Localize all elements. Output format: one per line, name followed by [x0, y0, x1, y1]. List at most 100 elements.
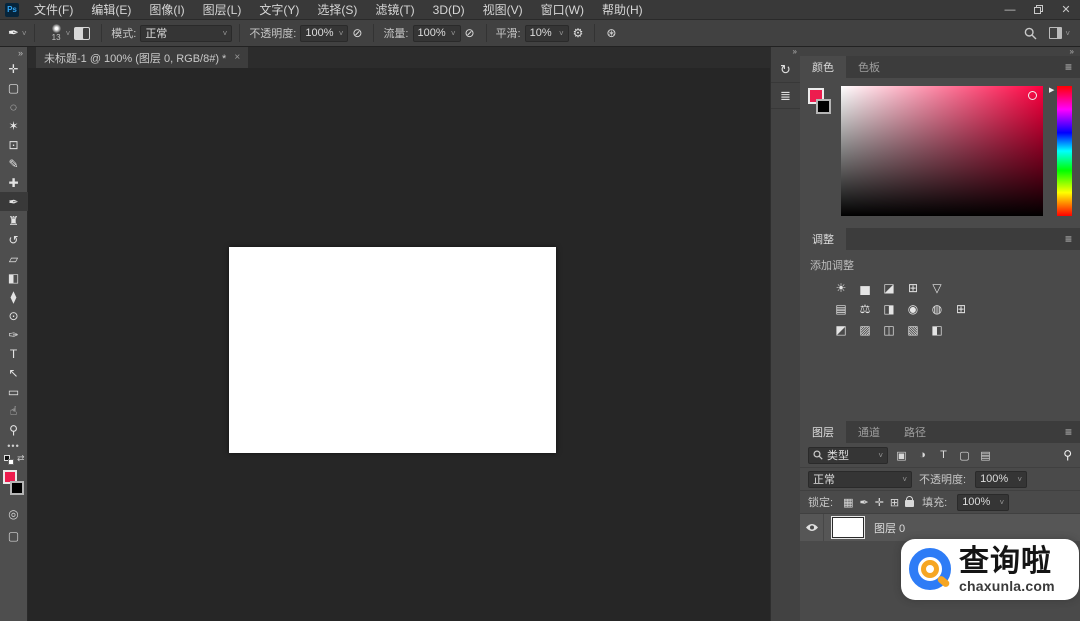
- spot-healing-brush-tool[interactable]: ✚: [0, 173, 28, 192]
- layer-blend-mode-select[interactable]: 正常 ˅: [808, 471, 912, 488]
- dock-collapse-chevron[interactable]: »: [1070, 48, 1074, 56]
- restore-button[interactable]: [1024, 0, 1052, 20]
- swap-colors-icon[interactable]: ⇄: [17, 453, 25, 464]
- opacity-select[interactable]: 100% ˅: [300, 25, 348, 42]
- smoothing-gear-icon[interactable]: ⚙: [573, 26, 584, 40]
- pixel-layer-filter-icon[interactable]: ▣: [894, 449, 909, 462]
- tab-layers[interactable]: 图层: [800, 421, 846, 443]
- type-tool[interactable]: T: [0, 344, 28, 363]
- selective-color-icon[interactable]: ◧: [930, 323, 944, 337]
- eyedropper-tool[interactable]: ✎: [0, 154, 28, 173]
- clone-stamp-tool[interactable]: ♜: [0, 211, 28, 230]
- channel-mixer-icon[interactable]: ◍: [930, 302, 944, 316]
- smart-object-filter-icon[interactable]: ▤: [978, 449, 993, 462]
- layer-name[interactable]: 图层 0: [874, 520, 905, 536]
- panel-menu-icon[interactable]: ≡: [1065, 228, 1080, 250]
- canvas-document[interactable]: [229, 247, 556, 453]
- pen-tool[interactable]: ✑: [0, 325, 28, 344]
- zoom-tool[interactable]: ⚲: [0, 420, 28, 439]
- blur-tool[interactable]: ⧫: [0, 287, 28, 306]
- menu-window[interactable]: 窗口(W): [532, 0, 593, 20]
- toggle-brush-panel-button[interactable]: [74, 27, 90, 40]
- pressure-opacity-icon[interactable]: ⊘: [352, 26, 362, 40]
- quick-selection-tool[interactable]: ✶: [0, 116, 28, 135]
- blend-mode-select[interactable]: 正常 ˅: [140, 25, 232, 42]
- color-picker-cursor[interactable]: [1028, 91, 1037, 100]
- menu-select[interactable]: 选择(S): [308, 0, 366, 20]
- document-tab[interactable]: 未标题-1 @ 100% (图层 0, RGB/8#) * ×: [36, 47, 248, 68]
- dock-expand-chevron[interactable]: »: [793, 47, 797, 57]
- rectangle-tool[interactable]: ▭: [0, 382, 28, 401]
- hue-saturation-icon[interactable]: ▤: [834, 302, 848, 316]
- exposure-icon[interactable]: ⊞: [906, 281, 920, 295]
- tab-swatches[interactable]: 色板: [846, 56, 892, 78]
- toolbar-collapse-chevron[interactable]: »: [18, 47, 23, 59]
- crop-tool[interactable]: ⊡: [0, 135, 28, 154]
- tab-adjustments[interactable]: 调整: [800, 228, 846, 250]
- layer-opacity-select[interactable]: 100% ˅: [975, 471, 1027, 488]
- current-tool-preset[interactable]: ✒ ˅: [8, 25, 27, 41]
- search-icon[interactable]: [1024, 27, 1037, 40]
- history-brush-tool[interactable]: ↺: [0, 230, 28, 249]
- tab-color[interactable]: 颜色: [800, 56, 846, 78]
- menu-filter[interactable]: 滤镜(T): [366, 0, 423, 20]
- dodge-tool[interactable]: ⊙: [0, 306, 28, 325]
- color-balance-icon[interactable]: ⚖: [858, 302, 872, 316]
- quick-mask-button[interactable]: ◎: [0, 503, 28, 525]
- eraser-tool[interactable]: ▱: [0, 249, 28, 268]
- levels-icon[interactable]: ▅: [858, 281, 872, 295]
- adjustment-layer-filter-icon[interactable]: ◑: [915, 449, 930, 461]
- filter-kind-select[interactable]: 类型 ˅: [808, 447, 888, 464]
- smoothing-select[interactable]: 10% ˅: [525, 25, 569, 42]
- lock-artboard-icon[interactable]: ⊞: [890, 496, 899, 509]
- workspace-switcher[interactable]: ˅: [1049, 27, 1070, 39]
- menu-file[interactable]: 文件(F): [25, 0, 82, 20]
- lasso-tool[interactable]: ◌: [0, 97, 28, 116]
- layer-row-selected[interactable]: 图层 0: [800, 514, 1080, 541]
- lock-position-icon[interactable]: ✛: [875, 496, 884, 509]
- panel-menu-icon[interactable]: ≡: [1065, 56, 1080, 78]
- paint-symmetry-icon[interactable]: ⊛: [606, 26, 616, 40]
- background-color-well[interactable]: [816, 99, 831, 114]
- brush-tool[interactable]: ✒: [0, 192, 28, 211]
- menu-view[interactable]: 视图(V): [474, 0, 532, 20]
- move-tool[interactable]: ✛: [0, 59, 28, 78]
- vibrance-icon[interactable]: ▽: [930, 281, 944, 295]
- menu-type[interactable]: 文字(Y): [250, 0, 308, 20]
- minimize-button[interactable]: —: [996, 0, 1024, 20]
- saturation-brightness-field[interactable]: [841, 86, 1043, 216]
- photo-filter-icon[interactable]: ◉: [906, 302, 920, 316]
- tab-paths[interactable]: 路径: [892, 421, 938, 443]
- tab-close-icon[interactable]: ×: [234, 52, 240, 63]
- threshold-icon[interactable]: ◫: [882, 323, 896, 337]
- color-lookup-icon[interactable]: ⊞: [954, 302, 968, 316]
- filter-toggle-pin-icon[interactable]: ⚲: [1063, 448, 1072, 462]
- airbrush-icon[interactable]: ⊘: [465, 26, 475, 40]
- edit-toolbar-button[interactable]: •••: [0, 439, 28, 453]
- brush-preset-picker[interactable]: 13 ˅: [50, 24, 71, 42]
- layer-fill-select[interactable]: 100% ˅: [957, 494, 1009, 511]
- lock-transparent-pixels-icon[interactable]: ▦: [843, 496, 853, 509]
- hue-slider-marker[interactable]: ▶: [1049, 87, 1054, 94]
- invert-icon[interactable]: ◩: [834, 323, 848, 337]
- gradient-map-icon[interactable]: ▧: [906, 323, 920, 337]
- menu-layer[interactable]: 图层(L): [194, 0, 251, 20]
- rectangular-marquee-tool[interactable]: ▢: [0, 78, 28, 97]
- panel-menu-icon[interactable]: ≡: [1065, 421, 1080, 443]
- menu-help[interactable]: 帮助(H): [593, 0, 652, 20]
- flow-select[interactable]: 100% ˅: [413, 25, 461, 42]
- path-selection-tool[interactable]: ↖: [0, 363, 28, 382]
- properties-panel-icon[interactable]: ≣: [771, 83, 801, 109]
- black-white-icon[interactable]: ◨: [882, 302, 896, 316]
- shape-layer-filter-icon[interactable]: ▢: [957, 449, 972, 462]
- layer-visibility-cell[interactable]: [800, 514, 824, 541]
- curves-icon[interactable]: ◪: [882, 281, 896, 295]
- posterize-icon[interactable]: ▨: [858, 323, 872, 337]
- lock-image-pixels-icon[interactable]: ✒: [859, 496, 868, 509]
- lock-all-icon[interactable]: [905, 500, 914, 508]
- tab-channels[interactable]: 通道: [846, 421, 892, 443]
- menu-image[interactable]: 图像(I): [140, 0, 193, 20]
- hand-tool[interactable]: ☝: [0, 401, 28, 420]
- hue-slider[interactable]: [1057, 86, 1072, 216]
- menu-edit[interactable]: 编辑(E): [82, 0, 140, 20]
